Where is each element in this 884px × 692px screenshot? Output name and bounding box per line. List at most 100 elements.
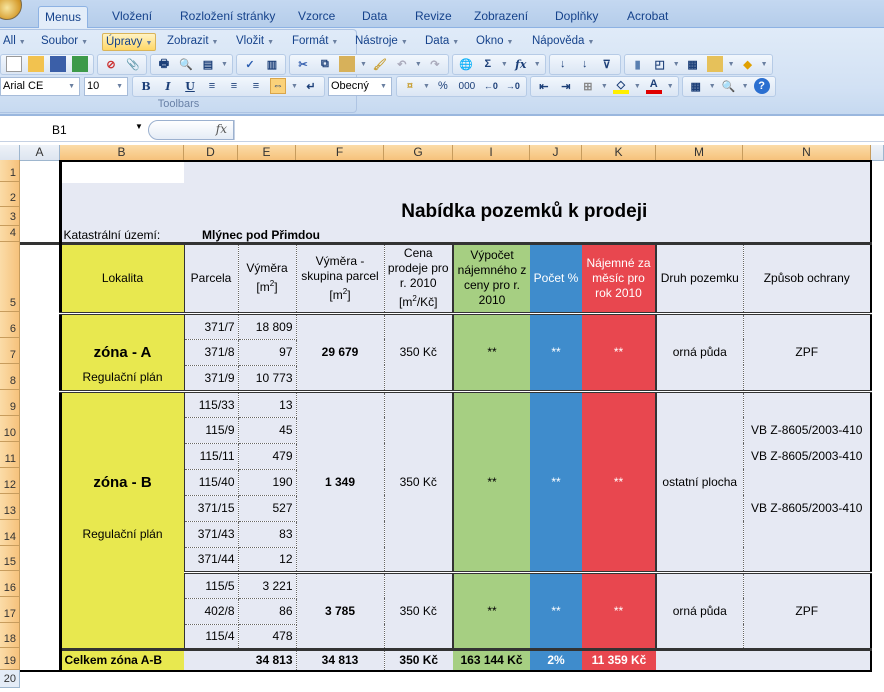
column-header-g[interactable]: G (384, 145, 453, 161)
research-icon[interactable]: ▤ (200, 56, 216, 72)
decrease-decimal-icon[interactable]: →0 (505, 78, 521, 94)
chevron-down-icon[interactable]: ▼ (380, 78, 387, 95)
column-header-j[interactable]: J (530, 145, 582, 161)
font-size-combo[interactable]: 10 ▼ (84, 76, 128, 96)
research-book-icon[interactable]: ▥ (264, 56, 280, 72)
formula-input[interactable] (234, 120, 884, 140)
chevron-down-icon[interactable]: ▼ (415, 61, 422, 68)
row-header[interactable]: 15 (0, 546, 20, 571)
paste-icon[interactable] (338, 56, 355, 72)
chevron-down-icon[interactable]: ▼ (360, 61, 367, 68)
print-icon[interactable]: 🖶 (156, 56, 172, 72)
autosum-icon[interactable]: Σ (480, 56, 496, 72)
chevron-down-icon[interactable]: ▼ (221, 61, 228, 68)
wrap-text-icon[interactable]: ↵ (303, 78, 319, 94)
chevron-down-icon[interactable]: ▼ (761, 61, 768, 68)
column-header-b[interactable]: B (60, 145, 184, 161)
redo-icon[interactable]: ↷ (427, 56, 443, 72)
permission-icon[interactable]: ⊘ (103, 56, 119, 72)
underline-button[interactable]: U (182, 78, 198, 94)
select-all-corner[interactable] (0, 145, 20, 161)
thousands-button[interactable]: 000 (457, 78, 477, 94)
chevron-down-icon[interactable]: ▼ (68, 78, 75, 95)
chevron-down-icon[interactable]: ▼ (135, 122, 143, 131)
increase-decimal-icon[interactable]: ←0 (483, 78, 499, 94)
font-color-icon[interactable]: A (645, 78, 662, 94)
print-preview-icon[interactable]: 🔍 (178, 56, 194, 72)
number-format-combo[interactable]: Obecný ▼ (327, 76, 392, 96)
row-header[interactable]: 9 (0, 390, 20, 416)
increase-indent-icon[interactable]: ⇥ (558, 78, 574, 94)
chevron-down-icon[interactable]: ▼ (291, 83, 298, 90)
page-setup-icon[interactable]: ▦ (688, 78, 704, 94)
menu-data[interactable]: Data ▼ (422, 33, 462, 51)
row-header[interactable]: 18 (0, 623, 20, 648)
align-right-icon[interactable]: ≡ (248, 78, 264, 94)
column-header-i[interactable]: I (453, 145, 530, 161)
insert-function-icon[interactable]: fx (216, 122, 227, 136)
chevron-down-icon[interactable]: ▼ (116, 78, 123, 95)
open-icon[interactable] (28, 56, 44, 72)
menu-format[interactable]: Formát ▼ (289, 33, 341, 51)
chevron-down-icon[interactable]: ▼ (728, 61, 735, 68)
chevron-down-icon[interactable]: ▼ (673, 61, 680, 68)
row-header[interactable]: 8 (0, 364, 20, 390)
column-header-f[interactable]: F (296, 145, 384, 161)
new-icon[interactable] (6, 56, 22, 72)
folder-icon[interactable] (706, 56, 723, 72)
column-header-a[interactable]: A (20, 145, 60, 161)
tab-rozlozeni-stranky[interactable]: Rozložení stránky (174, 6, 281, 28)
tab-vzorce[interactable]: Vzorce (292, 6, 341, 28)
row-header[interactable]: 13 (0, 494, 20, 520)
chevron-down-icon[interactable]: ▼ (601, 83, 608, 90)
column-header-d[interactable]: D (184, 145, 238, 161)
menu-all[interactable]: All ▼ (0, 33, 29, 51)
zoom-icon[interactable]: 🔍 (721, 78, 737, 94)
table-icon[interactable]: ▦ (685, 56, 701, 72)
filter-icon[interactable]: ⊽ (599, 56, 615, 72)
tab-acrobat[interactable]: Acrobat (621, 6, 674, 28)
row-header[interactable]: 2 (0, 182, 20, 207)
row-header[interactable]: 20 (0, 670, 20, 688)
tab-data[interactable]: Data (356, 6, 393, 28)
menu-soubor[interactable]: Soubor ▼ (38, 33, 91, 51)
row-header[interactable]: 1 (0, 160, 20, 182)
menu-upravy[interactable]: Úpravy ▼ (102, 33, 157, 51)
percent-button[interactable]: % (435, 78, 451, 94)
align-center-icon[interactable]: ≡ (226, 78, 242, 94)
row-header[interactable]: 12 (0, 468, 20, 494)
row-header[interactable]: 11 (0, 442, 20, 468)
save-icon[interactable] (50, 56, 66, 72)
column-header-m[interactable]: M (656, 145, 743, 161)
cell-a[interactable] (20, 161, 62, 243)
tab-revize[interactable]: Revize (409, 6, 458, 28)
undo-icon[interactable]: ↶ (394, 56, 410, 72)
menu-zobrazit[interactable]: Zobrazit ▼ (164, 33, 221, 51)
row-header[interactable]: 3 (0, 207, 20, 226)
hyperlink-icon[interactable]: 🌐 (458, 56, 474, 72)
chevron-down-icon[interactable]: ▼ (423, 83, 430, 90)
excel-icon[interactable] (72, 56, 88, 72)
merge-center-icon[interactable]: ⇔ (270, 78, 286, 94)
row-header[interactable]: 6 (0, 312, 20, 338)
fill-color-icon[interactable]: ◇ (612, 78, 629, 94)
row-header[interactable]: 19 (0, 648, 20, 670)
tab-menus[interactable]: Menus (38, 6, 89, 28)
cut-icon[interactable]: ✂ (295, 56, 311, 72)
row-header[interactable]: 7 (0, 338, 20, 364)
tab-doplnky[interactable]: Doplňky (549, 6, 604, 28)
chart-icon[interactable]: ▮ (630, 56, 646, 72)
sort-descending-icon[interactable]: ↓ (577, 56, 593, 72)
sort-ascending-icon[interactable]: ↓ (555, 56, 571, 72)
font-name-combo[interactable]: Arial CE ▼ (0, 76, 80, 96)
currency-icon[interactable]: ¤ (402, 78, 418, 94)
decrease-indent-icon[interactable]: ⇤ (536, 78, 552, 94)
help-icon[interactable]: ? (753, 78, 770, 94)
chevron-down-icon[interactable]: ▼ (742, 83, 749, 90)
chevron-down-icon[interactable]: ▼ (534, 61, 541, 68)
row-header[interactable]: 4 (0, 226, 20, 242)
menu-nastroje[interactable]: Nástroje ▼ (352, 33, 411, 51)
insert-function-icon[interactable]: fx (513, 56, 529, 72)
chevron-down-icon[interactable]: ▼ (634, 83, 641, 90)
format-painter-icon[interactable]: 🖌 (372, 56, 388, 72)
